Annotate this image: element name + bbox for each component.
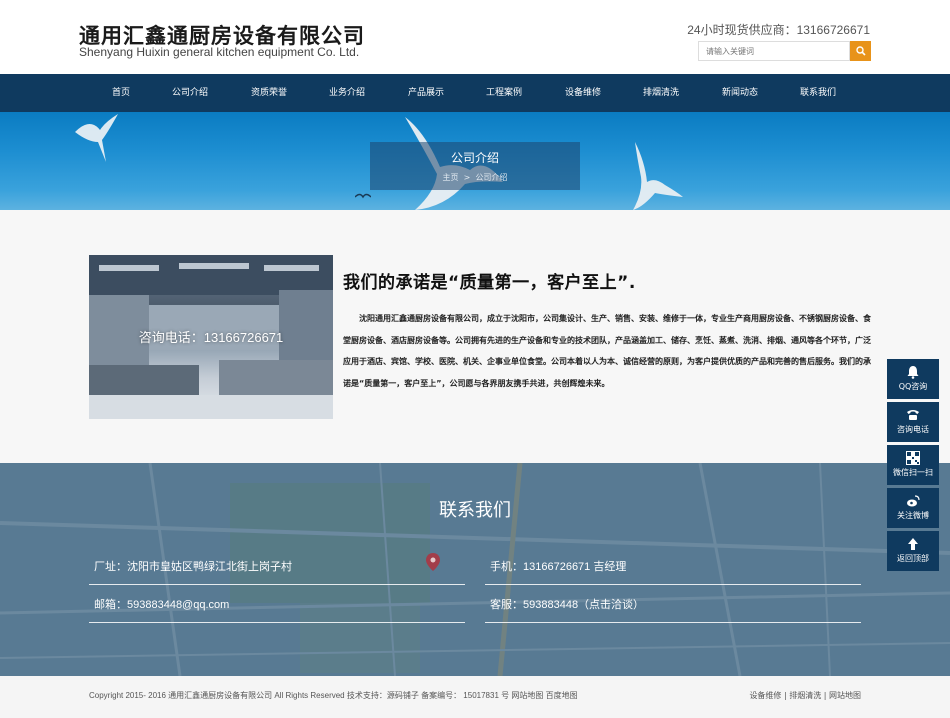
- contact-title: 联系我们: [439, 500, 511, 521]
- footer-links[interactable]: 设备维修 | 排烟清洗 | 网站地图: [749, 690, 861, 701]
- side-label: 返回顶部: [897, 554, 929, 563]
- map-pin-icon[interactable]: [426, 553, 440, 571]
- about-title: 我们的承诺是“质量第一，客户至上”.: [343, 273, 636, 293]
- seagull-image: [75, 114, 118, 162]
- site-footer: Copyright 2015- 2016 通用汇鑫通厨房设备有限公司 All R…: [0, 676, 950, 718]
- weibo-icon: [907, 495, 920, 507]
- arrow-up-icon: [908, 538, 918, 550]
- site-header: 通用汇鑫通厨房设备有限公司 Shenyang Huixin general ki…: [0, 0, 950, 74]
- search-input[interactable]: [698, 41, 850, 61]
- qrcode-icon: [906, 451, 920, 465]
- side-label: 关注微博: [897, 511, 929, 520]
- seagull-image: [633, 142, 683, 210]
- breadcrumb-separator: >: [463, 173, 471, 182]
- side-weibo-follow[interactable]: 关注微博: [887, 488, 939, 528]
- side-label: QQ咨询: [898, 382, 928, 391]
- contact-service[interactable]: 客服：593883448（点击洽谈）: [490, 596, 644, 612]
- about-section: 咨询电话：13166726671 我们的承诺是“质量第一，客户至上”. 沈阳通用…: [0, 210, 950, 463]
- divider: [485, 622, 861, 623]
- side-qq-consult[interactable]: QQ咨询: [887, 359, 939, 399]
- nav-products[interactable]: 产品展示: [391, 74, 461, 112]
- logo-subtitle: Shenyang Huixin general kitchen equipmen…: [79, 45, 360, 59]
- divider: [485, 584, 861, 585]
- search-icon: [855, 46, 866, 56]
- nav-contact[interactable]: 联系我们: [783, 74, 853, 112]
- banner-title: 公司介绍: [450, 151, 499, 165]
- side-wechat-scan[interactable]: 微信扫一扫: [887, 445, 939, 485]
- breadcrumb: 主页 > 公司介绍: [370, 172, 580, 183]
- bell-icon: [907, 366, 919, 379]
- page-banner: 公司介绍 主页 > 公司介绍: [0, 112, 950, 210]
- side-back-to-top[interactable]: 返回顶部: [887, 531, 939, 571]
- contact-mobile: 手机：13166726671 吉经理: [490, 561, 627, 573]
- seagull-image: [355, 193, 371, 199]
- side-phone-consult[interactable]: 咨询电话: [887, 402, 939, 442]
- contact-section: 联系我们 厂址：沈阳市皇姑区鸭绿江北街上岗子村 手机：13166726671 吉…: [0, 463, 950, 676]
- nav-cases[interactable]: 工程案例: [469, 74, 539, 112]
- divider: [89, 584, 465, 585]
- nav-company-intro[interactable]: 公司介绍: [155, 74, 225, 112]
- about-text: 沈阳通用汇鑫通厨房设备有限公司，成立于沈阳市，公司集设计、生产、销售、安装、维修…: [343, 314, 871, 388]
- nav-repair[interactable]: 设备维修: [548, 74, 618, 112]
- breadcrumb-current[interactable]: 公司介绍: [475, 173, 507, 182]
- divider: [89, 622, 465, 623]
- banner-title-box: 公司介绍 主页 > 公司介绍: [370, 142, 580, 190]
- kitchen-photo: 咨询电话：13166726671: [89, 255, 333, 419]
- side-label: 微信扫一扫: [893, 468, 933, 477]
- hotline-text: 24小时现货供应商：13166726671: [687, 23, 870, 37]
- side-label: 咨询电话: [897, 425, 929, 434]
- nav-home[interactable]: 首页: [86, 74, 156, 112]
- copyright-text: Copyright 2015- 2016 通用汇鑫通厨房设备有限公司 All R…: [89, 691, 578, 700]
- phone-icon: [907, 410, 919, 420]
- contact-address: 厂址：沈阳市皇姑区鸭绿江北街上岗子村: [94, 561, 292, 573]
- photo-caption: 咨询电话：13166726671: [138, 330, 284, 345]
- search-button[interactable]: [850, 41, 871, 61]
- nav-exhaust-cleaning[interactable]: 排烟清洗: [626, 74, 696, 112]
- nav-qualifications[interactable]: 资质荣誉: [234, 74, 304, 112]
- nav-business[interactable]: 业务介绍: [312, 74, 382, 112]
- main-nav: 首页 公司介绍 资质荣誉 业务介绍 产品展示 工程案例 设备维修 排烟清洗 新闻…: [0, 74, 950, 112]
- breadcrumb-home[interactable]: 主页: [443, 173, 459, 182]
- contact-email: 邮箱：593883448@qq.com: [94, 599, 230, 611]
- nav-news[interactable]: 新闻动态: [705, 74, 775, 112]
